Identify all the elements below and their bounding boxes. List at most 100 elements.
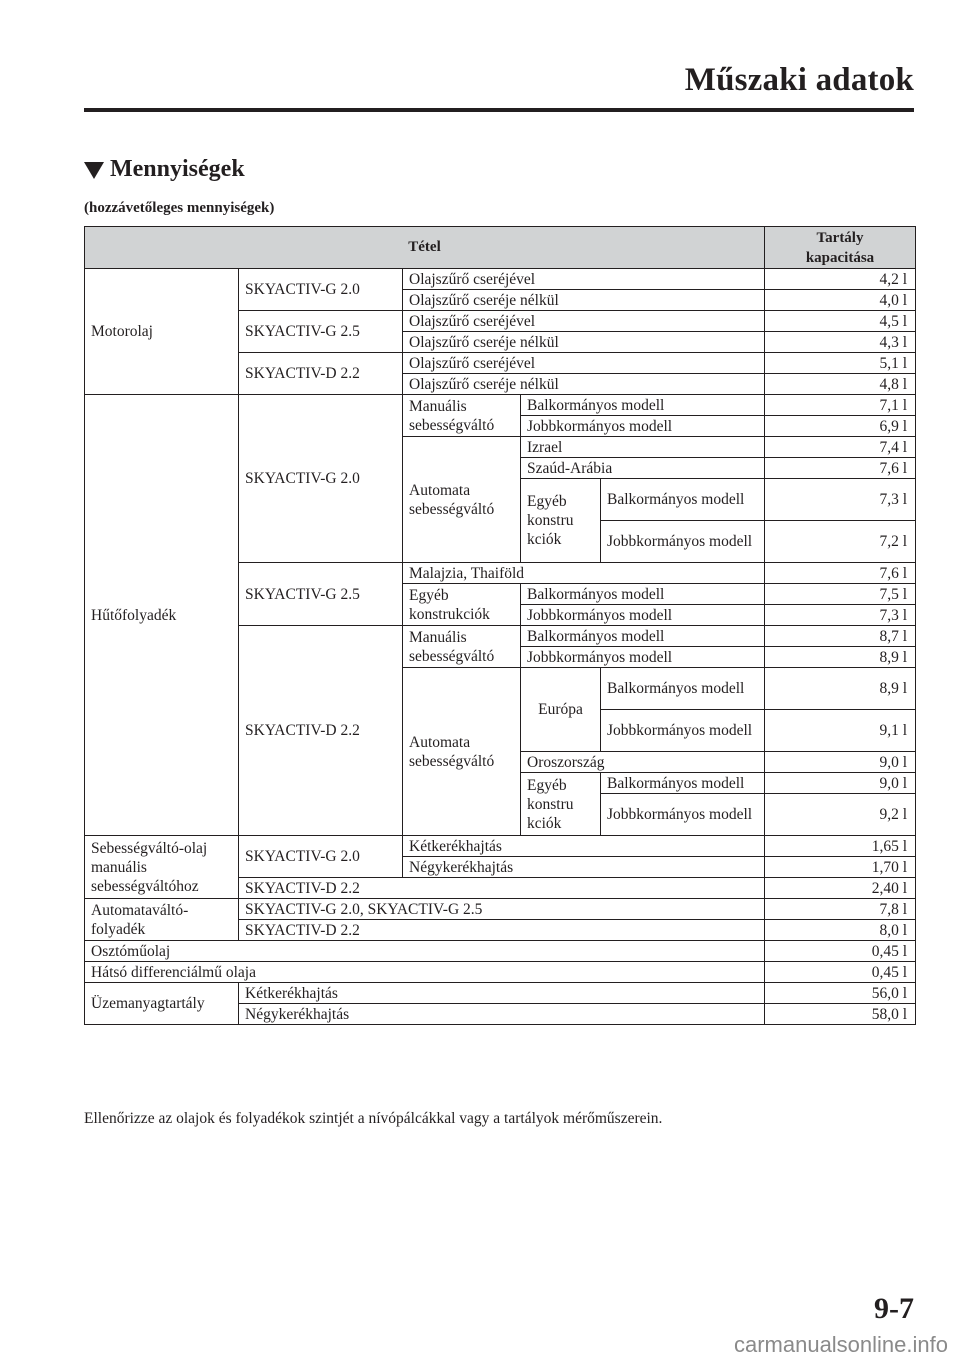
watermark: carmanualsonline.info — [733, 1332, 948, 1357]
cell: Kétkerékhajtás — [237, 982, 766, 1004]
cell: Olajszűrő cseréjével — [401, 352, 766, 374]
value-cell: 4,8 l — [764, 373, 917, 395]
header-rule — [84, 108, 914, 112]
value-cell: 1,70 l — [764, 856, 917, 878]
row-label: Motorolaj — [84, 268, 239, 395]
value-cell: 7,3 l — [764, 604, 917, 626]
value-cell: 6,9 l — [764, 415, 917, 437]
cell: Olajszűrő cseréje nélkül — [401, 289, 766, 311]
page-number: 9-7 — [874, 1292, 914, 1325]
row-label: Sebességváltó-olaj manuális sebességvált… — [84, 835, 239, 899]
value-cell: 7,6 l — [764, 562, 917, 584]
value-cell: 1,65 l — [764, 835, 917, 857]
engine-label: SKYACTIV-G 2.5 — [238, 310, 403, 353]
engine-label: SKYACTIV-G 2.0, SKYACTIV-G 2.5 — [237, 898, 766, 920]
engine-label: SKYACTIV-D 2.2 — [238, 625, 403, 836]
engine-label: SKYACTIV-G 2.0 — [238, 394, 403, 563]
value-cell: 7,4 l — [764, 436, 917, 458]
value-cell: 4,2 l — [764, 268, 917, 290]
quantities-table: Tétel Tartály kapacitása Motorolaj SKYAC… — [83, 226, 917, 1025]
cell: Balkormányos modell — [519, 394, 766, 416]
engine-label: SKYACTIV-G 2.0 — [238, 268, 403, 311]
col-capacity-header: Tartály kapacitása — [764, 226, 917, 269]
value-cell: 2,40 l — [764, 877, 917, 899]
cell: Manuális sebességváltó — [402, 625, 521, 668]
section-subtitle: (hozzávetőleges mennyiségek) — [84, 200, 275, 216]
table-row: Automataváltó-folyadék SKYACTIV-G 2.0, S… — [84, 898, 917, 941]
cell: Manuális sebességváltó — [402, 394, 521, 437]
value-cell: 8,9 l — [764, 646, 917, 668]
cell: Európa — [520, 667, 601, 752]
cell: Jobbkormányos modell — [519, 604, 766, 626]
cell: Izrael — [519, 436, 766, 458]
engine-label: SKYACTIV-D 2.2 — [238, 352, 403, 395]
cell: Balkormányos modell — [519, 625, 766, 647]
section-title: Mennyiségek — [110, 156, 245, 182]
value-cell: 9,0 l — [764, 772, 917, 794]
col-item-header: Tétel — [83, 226, 766, 269]
cell: Egyéb konstru kciók — [520, 772, 601, 836]
row-label: Hátsó differenciálmű olaja — [83, 961, 766, 983]
cell: Balkormányos modell — [599, 772, 766, 794]
table-row: Üzemanyagtartály Kétkerékhajtás 56,0 l — [84, 982, 917, 1025]
cell: Malajzia, Thaiföld — [401, 562, 766, 584]
cell: Oroszország — [519, 751, 766, 773]
value-cell: 4,3 l — [764, 331, 917, 353]
value-cell: 4,5 l — [764, 310, 917, 332]
cell: Jobbkormányos modell — [599, 793, 766, 836]
value-cell: 4,0 l — [764, 289, 917, 311]
value-cell: 8,7 l — [764, 625, 917, 647]
cell: Egyéb konstru kciók — [520, 478, 601, 563]
value-cell: 9,0 l — [764, 751, 917, 773]
table-row: Motorolaj SKYACTIV-G 2.0 Olajszűrő cseré… — [84, 268, 917, 395]
row-label: Üzemanyagtartály — [84, 982, 239, 1025]
section-heading: Mennyiségek — [84, 156, 245, 183]
footnote: Ellenőrizze az olajok és folyadékok szin… — [84, 1110, 663, 1127]
engine-label: SKYACTIV-G 2.0 — [238, 835, 403, 878]
table-header-row: Tétel Tartály kapacitása — [83, 226, 917, 269]
engine-label: SKYACTIV-D 2.2 — [237, 919, 766, 941]
value-cell: 7,2 l — [764, 520, 917, 563]
cell: Balkormányos modell — [519, 583, 766, 605]
cell: Négykerékhajtás — [401, 856, 766, 878]
value-cell: 5,1 l — [764, 352, 917, 374]
cell: Automata sebességváltó — [402, 436, 521, 563]
row-label: Automataváltó-folyadék — [84, 898, 239, 941]
cell: Jobbkormányos modell — [519, 415, 766, 437]
cell: Automata sebességváltó — [402, 667, 521, 836]
value-cell: 7,5 l — [764, 583, 917, 605]
cell: Olajszűrő cseréjével — [401, 268, 766, 290]
row-label: Osztóműolaj — [83, 940, 766, 962]
cell: Négykerékhajtás — [237, 1003, 766, 1025]
cell: Olajszűrő cseréje nélkül — [401, 373, 766, 395]
value-cell: 7,8 l — [764, 898, 917, 920]
row-label: Hűtőfolyadék — [84, 394, 239, 836]
value-cell: 7,1 l — [764, 394, 917, 416]
table-row: Sebességváltó-olaj manuális sebességvált… — [84, 835, 917, 899]
value-cell: 56,0 l — [764, 982, 917, 1004]
value-cell: 7,6 l — [764, 457, 917, 479]
triangle-down-icon — [84, 162, 104, 179]
engine-label: SKYACTIV-G 2.5 — [238, 562, 403, 626]
value-cell: 8,9 l — [764, 667, 917, 710]
value-cell: 8,0 l — [764, 919, 917, 941]
engine-label: SKYACTIV-D 2.2 — [237, 877, 766, 899]
cell: Jobbkormányos modell — [519, 646, 766, 668]
table-row: Hűtőfolyadék SKYACTIV-G 2.0 Manuális seb… — [84, 394, 917, 836]
cell: Szaúd-Arábia — [519, 457, 766, 479]
value-cell: 7,3 l — [764, 478, 917, 521]
cell: Balkormányos modell — [599, 478, 766, 521]
cell: Egyéb konstrukciók — [402, 583, 521, 626]
cell: Balkormányos modell — [599, 667, 766, 710]
value-cell: 9,1 l — [764, 709, 917, 752]
cell: Jobbkormányos modell — [599, 520, 766, 563]
cell: Olajszűrő cseréjével — [401, 310, 766, 332]
value-cell: 58,0 l — [764, 1003, 917, 1025]
cell: Jobbkormányos modell — [599, 709, 766, 752]
value-cell: 9,2 l — [764, 793, 917, 836]
value-cell: 0,45 l — [764, 940, 917, 962]
value-cell: 0,45 l — [764, 961, 917, 983]
table-row: Hátsó differenciálmű olaja 0,45 l — [83, 961, 917, 983]
cell: Kétkerékhajtás — [401, 835, 766, 857]
cell: Olajszűrő cseréje nélkül — [401, 331, 766, 353]
